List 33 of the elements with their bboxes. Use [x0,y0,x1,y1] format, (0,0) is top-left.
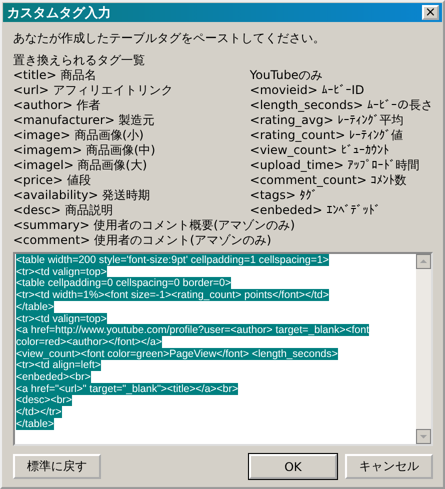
cancel-button[interactable]: キャンセル [345,454,433,479]
tag-description: <imagel> 商品画像(大) [13,158,148,173]
tag-description: <summary> 使用者のコメント概要(アマゾンのみ) [13,218,296,233]
tag-description: <title> 商品名 [13,68,98,83]
tag-description: <comment_count> ｺﾒﾝﾄ数 [250,173,408,188]
text-area[interactable] [13,252,433,446]
reset-button[interactable]: 標準に戻す [13,454,101,479]
tag-description: <manufacturer> 製造元 [13,113,156,128]
scrollbar[interactable] [416,254,431,444]
tag-description: <view_count> ﾋﾞｭｰｶｳﾝﾄ [250,143,390,158]
tag-description: <price> 値段 [13,173,92,188]
instruction-text: あなたが作成したテーブルタグをペーストしてください。 [13,30,326,47]
window-title: カスタムタグ入力 [7,4,112,22]
tag-description: <availability> 発送時期 [13,188,152,203]
tag-description: <upload_time> ｱｯﾌﾟﾛｰﾄﾞ時間 [250,158,421,173]
scroll-down-icon[interactable] [416,429,431,444]
tag-description: <tags> ﾀｸﾞ [250,188,319,203]
tag-description: <rating_avg> ﾚｰﾃｨﾝｸﾞ平均 [250,113,404,128]
tag-description: <url> アフィリエイトリンク [13,83,174,98]
tag-description: YouTubeのみ [250,68,324,83]
tag-description: <desc> 商品説明 [13,203,114,218]
tag-description: <comment> 使用者のコメント(アマゾンのみ) [13,233,272,248]
tag-description: <imagem> 商品画像(中) [13,143,156,158]
tag-description: <movieid> ﾑｰﾋﾞｰID [250,83,366,98]
tag-description: <enbeded> ｴﾝﾍﾞﾃﾞｯﾄﾞ [250,203,382,218]
tag-description: <author> 作者 [13,98,102,113]
tag-description: <image> 商品画像(小) [13,128,145,143]
tag-description: <length_seconds> ﾑｰﾋﾞｰの長さ [250,98,433,113]
tag-list-heading: 置き換えられるタグ一覧 [13,53,146,68]
scroll-up-icon[interactable] [416,254,431,269]
tag-description: <rating_count> ﾚｰﾃｨﾝｸﾞ値 [250,128,404,143]
close-button[interactable]: × [422,5,439,20]
ok-button[interactable]: OK [249,454,337,479]
